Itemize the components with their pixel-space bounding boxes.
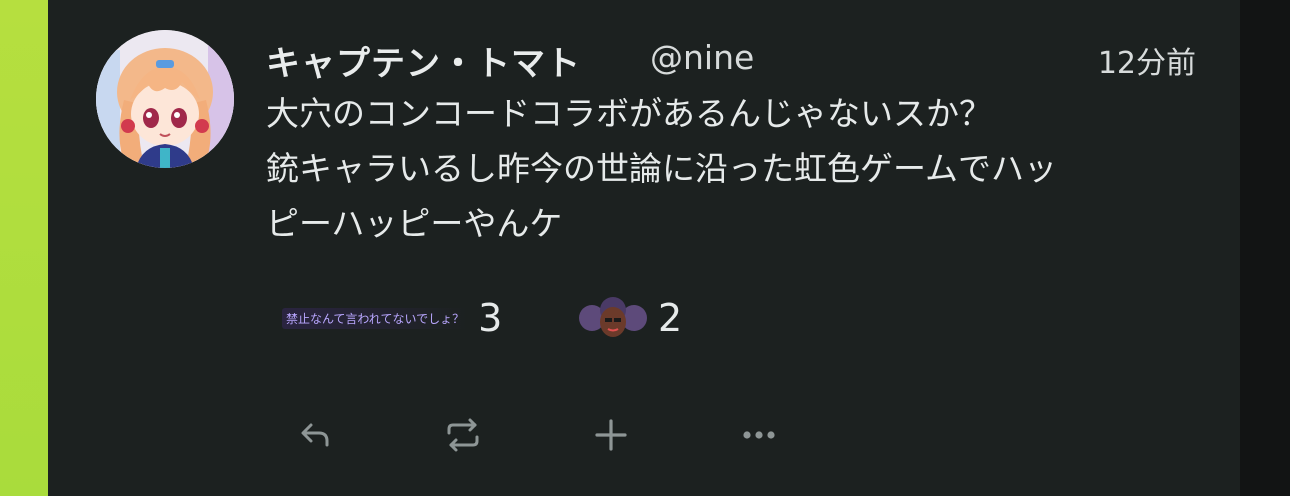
note-text-line: 銃キャラいるし昨今の世論に沿った虹色ゲームでハッ [266,149,1058,188]
renote-button[interactable] [436,408,490,462]
repeat-icon [447,418,479,452]
note-text-line: ピーハッピーやんケ [266,204,563,243]
reaction-face-emoji[interactable]: 2 [578,294,682,342]
right-edge-panel [1240,0,1290,496]
display-name[interactable]: キャプテン・トマト [266,36,581,85]
note-card: キャプテン・トマト @nine 12分前 大穴のコンコードコラボがあるんじゃない… [48,0,1240,496]
avatar[interactable] [96,30,234,168]
reply-icon [301,423,329,447]
note-header: キャプテン・トマト @nine 12分前 [266,36,1196,84]
reaction-text-emoji[interactable]: 禁止なんて言われてないでしょ？ 3 [282,294,502,342]
left-accent-bar [0,0,48,496]
reaction-emoji-label: 禁止なんて言われてないでしょ？ [282,307,469,329]
afro-face-emoji-icon [578,296,648,340]
action-bar [288,408,848,462]
more-button[interactable] [732,408,786,462]
more-icon [743,431,775,439]
note-text: 大穴のコンコードコラボがあるんじゃないスか？ 銃キャラいるし昨今の世論に沿った虹… [266,86,1206,251]
timestamp[interactable]: 12分前 [1098,38,1196,82]
plus-icon [595,419,627,451]
reply-button[interactable] [288,408,342,462]
reaction-count: 2 [658,296,683,340]
user-handle[interactable]: @nine [650,38,754,77]
note-text-line: 大穴のコンコードコラボがあるんじゃないスか？ [266,94,992,133]
avatar-illustration [96,30,234,168]
reaction-count: 3 [478,296,503,340]
reactions-bar: 禁止なんて言われてないでしょ？ 3 2 [282,294,782,342]
add-reaction-button[interactable] [584,408,638,462]
